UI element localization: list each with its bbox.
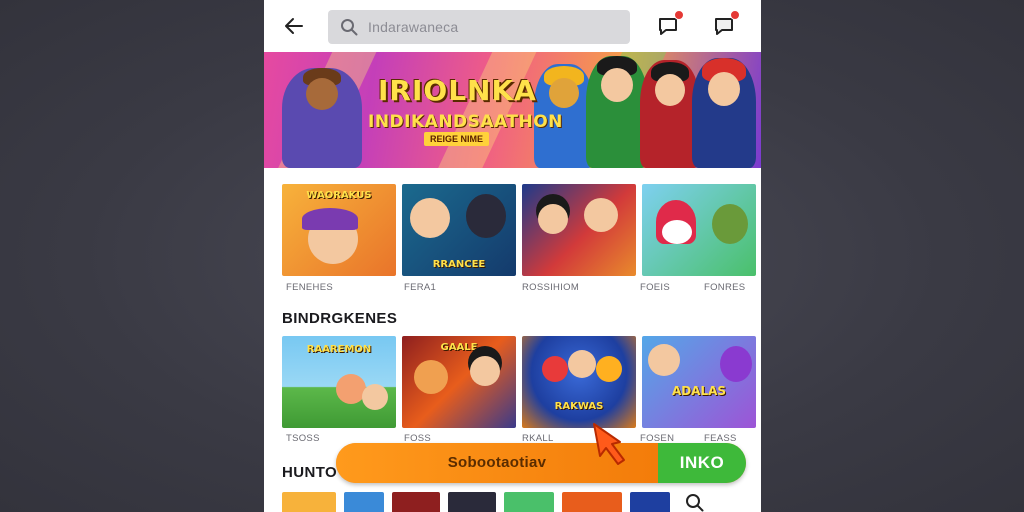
- game-card[interactable]: GAALE: [402, 336, 516, 428]
- featured-row: WAORAKUS RRANCEE: [282, 184, 756, 276]
- cta-right-button[interactable]: INKO: [658, 443, 746, 483]
- back-arrow-icon[interactable]: [282, 14, 306, 38]
- notification-badge: [730, 10, 740, 20]
- search-icon: [341, 19, 358, 36]
- game-thumbnail[interactable]: [630, 492, 670, 512]
- cta-right-label: INKO: [679, 453, 725, 472]
- top-bar: Indarawaneca: [264, 0, 761, 52]
- banner-character: [692, 58, 756, 168]
- banner-subtitle: INDIKANDSAATHON: [368, 112, 563, 132]
- character-art: [662, 220, 692, 244]
- game-card-label: FONRES: [704, 282, 746, 293]
- game-card[interactable]: RAKWAS: [522, 336, 636, 428]
- banner-character: [586, 56, 648, 168]
- banner-character: [640, 60, 700, 168]
- character-art: [410, 198, 450, 238]
- section-heading: HUNTO: [282, 464, 338, 481]
- game-thumbnail[interactable]: [448, 492, 496, 512]
- game-card[interactable]: [642, 184, 756, 276]
- character-art: [568, 350, 596, 378]
- install-cta-bar[interactable]: Sobootaotiav INKO: [336, 443, 746, 483]
- game-card-label: FOEIS: [640, 282, 671, 293]
- banner-ray: [429, 52, 539, 168]
- game-thumbnail[interactable]: [504, 492, 554, 512]
- banner-tag: REIGE NIME: [424, 132, 490, 146]
- notification-badge: [674, 10, 684, 20]
- character-art: [720, 346, 752, 382]
- game-card-label: FENEHES: [286, 282, 333, 293]
- game-card[interactable]: RRANCEE: [402, 184, 516, 276]
- promo-banner[interactable]: IRIOLNKA INDIKANDSAATHON REIGE NIME: [264, 52, 761, 168]
- recommended-row: RAAREMON GAALE RAKWAS ADALAS: [282, 336, 756, 428]
- banner-character: [282, 68, 362, 168]
- search-placeholder: Indarawaneca: [368, 19, 459, 35]
- game-thumbnail[interactable]: [392, 492, 440, 512]
- character-art: [414, 360, 448, 394]
- character-art: [470, 356, 500, 386]
- game-card-title: RAAREMON: [306, 344, 372, 355]
- game-card-title: ADALAS: [671, 384, 727, 398]
- game-card[interactable]: [522, 184, 636, 276]
- game-card-label: ROSSIHIOM: [522, 282, 580, 293]
- game-thumbnail[interactable]: [562, 492, 622, 512]
- app-screen: Indarawaneca IRIOLNKA INDIKANDSAATHON RE…: [264, 0, 761, 512]
- search-icon[interactable]: [684, 492, 706, 512]
- game-card-label: FERA1: [404, 282, 437, 293]
- character-art: [538, 204, 568, 234]
- character-art: [596, 356, 622, 382]
- character-art: [466, 194, 506, 238]
- messages-button[interactable]: [656, 10, 684, 38]
- game-card[interactable]: RAAREMON: [282, 336, 396, 428]
- game-card-title: RRANCEE: [432, 259, 486, 270]
- pointer-arrow-icon: [593, 423, 625, 465]
- game-card[interactable]: ADALAS: [642, 336, 756, 428]
- comments-button[interactable]: [712, 10, 740, 38]
- game-card-title: RAKWAS: [554, 401, 604, 412]
- game-card-title: WAORAKUS: [306, 190, 372, 201]
- game-card[interactable]: WAORAKUS: [282, 184, 396, 276]
- search-input[interactable]: Indarawaneca: [328, 10, 630, 44]
- game-card-label: TSOSS: [286, 433, 320, 444]
- character-art: [302, 208, 358, 230]
- character-art: [648, 344, 680, 376]
- character-art: [712, 204, 748, 244]
- character-art: [362, 384, 388, 410]
- section-heading: BINDRGKENES: [282, 310, 398, 327]
- game-thumbnail[interactable]: [344, 492, 384, 512]
- banner-title: IRIOLNKA: [378, 74, 537, 107]
- game-thumbnail[interactable]: [282, 492, 336, 512]
- character-art: [542, 356, 568, 382]
- bottom-game-strip: [282, 492, 706, 512]
- character-art: [584, 198, 618, 232]
